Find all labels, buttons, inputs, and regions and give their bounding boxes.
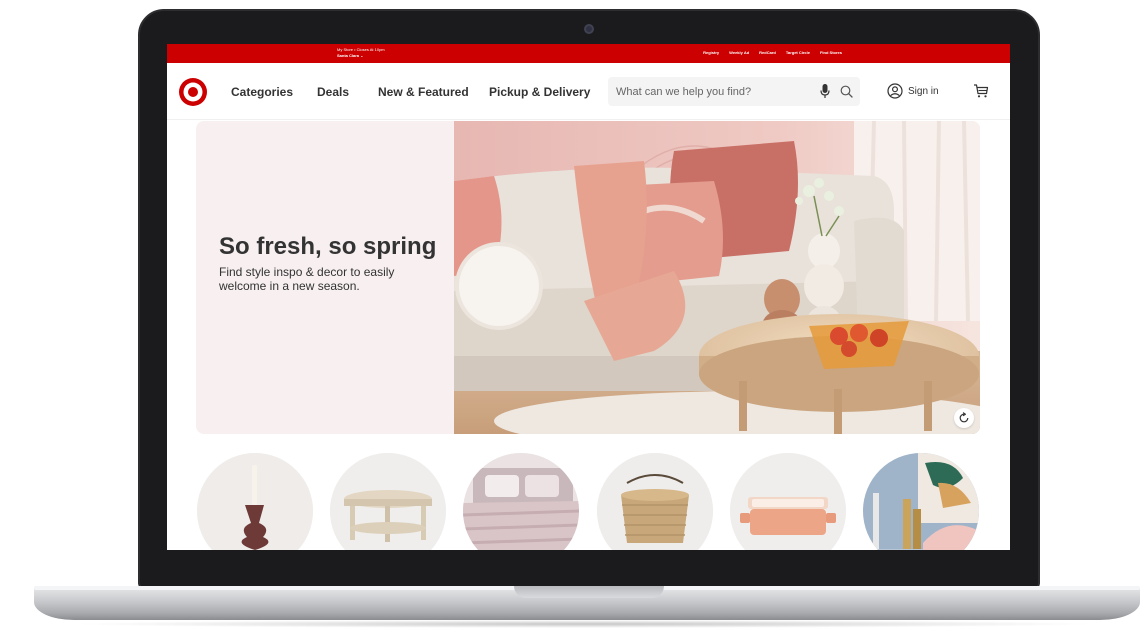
search-box [608,77,860,106]
sign-in-link[interactable]: Sign in [908,86,939,97]
opening-notch [514,586,664,598]
hero-subtitle: Find style inspo & decor to easily welco… [219,265,395,293]
microphone-icon[interactable] [820,84,830,99]
category-candle-holder[interactable] [197,453,313,550]
category-image-decor [863,453,979,550]
nav-pickup-delivery[interactable]: Pickup & Delivery [489,85,590,99]
replay-button[interactable] [954,408,974,428]
category-image-table [330,453,446,550]
category-coffee-table[interactable] [330,453,446,550]
category-image-basket [597,453,713,550]
find-stores-link[interactable]: Find Stores [820,50,842,55]
site-header: Categories Deals New & Featured Pickup &… [167,63,1010,120]
base-shadow [70,620,1100,628]
search-input[interactable] [608,77,808,106]
store-location: Santa Clara ⌄ [337,53,364,58]
category-image-candle [197,453,313,550]
account-icon[interactable] [887,83,903,99]
utility-links: Registry Weekly Ad RedCard Target Circle… [703,50,842,55]
hero-text: So fresh, so spring Find style inspo & d… [219,234,439,293]
category-storage[interactable] [730,453,846,550]
target-circle-link[interactable]: Target Circle [786,50,810,55]
hero-image [454,121,980,434]
category-bedding[interactable] [463,453,579,550]
category-baskets[interactable] [597,453,713,550]
camera-icon [584,24,594,34]
browser-screen: My Store • Closes At 10pm Santa Clara ⌄ … [167,44,1010,550]
cart-icon[interactable] [973,83,989,99]
replay-icon [959,412,969,423]
nav-deals[interactable]: Deals [317,85,349,99]
nav-new-featured[interactable]: New & Featured [378,85,469,99]
category-image-bedding [463,453,579,550]
hero-banner[interactable]: So fresh, so spring Find style inspo & d… [196,121,980,434]
store-info[interactable]: My Store • Closes At 10pm Santa Clara ⌄ [337,47,385,59]
target-logo-icon[interactable] [179,78,207,106]
category-image-storage [730,453,846,550]
search-icon[interactable] [840,85,853,98]
redcard-link[interactable]: RedCard [759,50,776,55]
weekly-ad-link[interactable]: Weekly Ad [729,50,749,55]
utility-bar: My Store • Closes At 10pm Santa Clara ⌄ … [167,44,1010,63]
registry-link[interactable]: Registry [703,50,719,55]
category-decor[interactable] [863,453,979,550]
laptop-base [34,586,1140,620]
nav-categories[interactable]: Categories [231,85,293,99]
hero-title: So fresh, so spring [219,233,437,260]
